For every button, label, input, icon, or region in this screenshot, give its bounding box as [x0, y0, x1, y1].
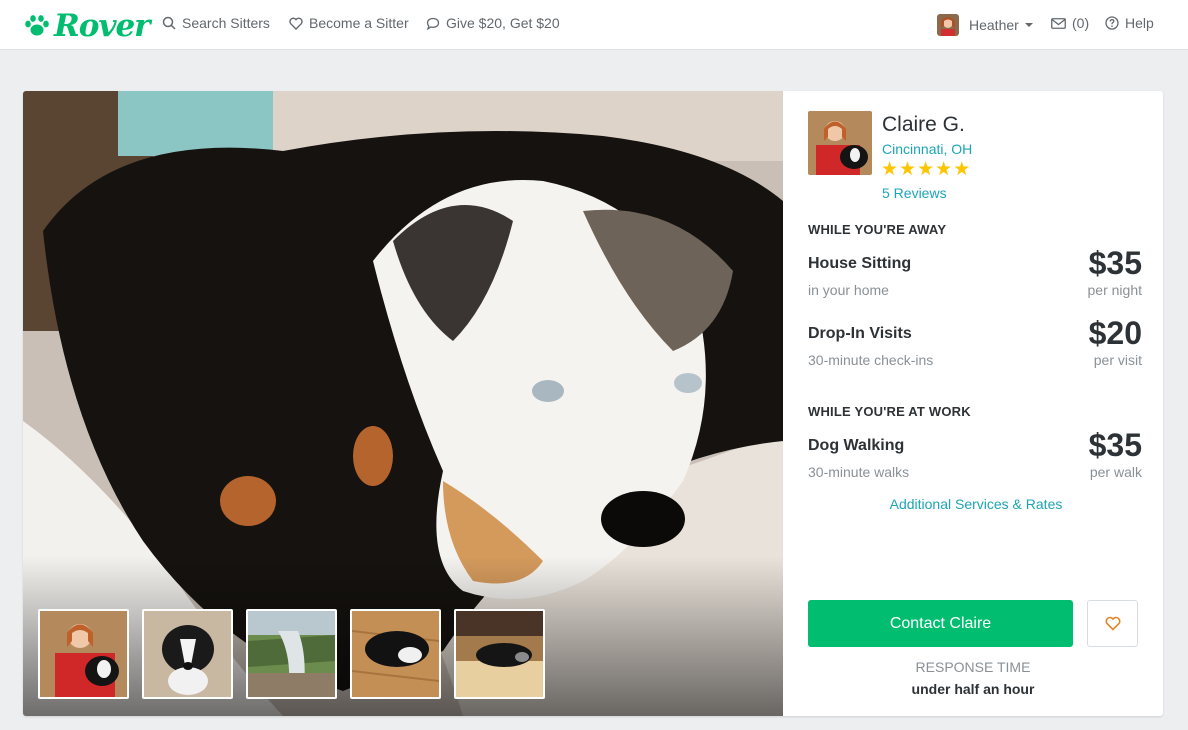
star-icon: ★ — [899, 159, 917, 180]
chevron-down-icon — [1024, 23, 1033, 27]
help-circle-icon — [1105, 16, 1119, 30]
reviews-link[interactable]: 5 Reviews — [882, 185, 947, 201]
user-menu[interactable]: Heather — [937, 14, 1033, 36]
brand-name: Rover — [54, 8, 151, 44]
service-desc-dog-walking: 30-minute walks — [808, 464, 910, 480]
become-sitter-link[interactable]: Become a Sitter — [289, 15, 409, 31]
referral-label: Give $20, Get $20 — [446, 15, 560, 31]
referral-link[interactable]: Give $20, Get $20 — [426, 15, 560, 31]
service-unit-dog-walking: per walk — [1089, 464, 1142, 480]
messages-link[interactable]: (0) — [1051, 15, 1089, 31]
contact-sitter-button[interactable]: Contact Claire — [808, 600, 1073, 647]
thumbnail-4[interactable] — [350, 609, 441, 699]
service-price-drop-in: $20 — [1088, 315, 1142, 351]
chat-bubble-icon — [426, 17, 440, 30]
heart-outline-icon — [289, 17, 303, 30]
rover-logo[interactable]: Rover — [24, 8, 151, 44]
paw-icon — [25, 15, 49, 36]
user-name: Heather — [969, 17, 1019, 33]
become-sitter-label: Become a Sitter — [309, 15, 409, 31]
star-icon: ★ — [953, 159, 971, 180]
photo-thumbnails — [38, 609, 558, 699]
messages-count: (0) — [1072, 15, 1090, 31]
response-time-label: RESPONSE TIME — [915, 659, 1031, 675]
thumbnail-1[interactable] — [38, 609, 129, 699]
rating-stars: ★ ★ ★ ★ ★ — [881, 159, 971, 181]
envelope-icon — [1051, 17, 1066, 29]
search-icon — [162, 16, 176, 30]
top-nav: Rover Search Sitters Become a Sitter Giv… — [0, 0, 1188, 50]
additional-services-link[interactable]: Additional Services & Rates — [783, 496, 1163, 512]
service-price-dog-walking: $35 — [1088, 427, 1142, 463]
thumbnail-3[interactable] — [246, 609, 337, 699]
service-price-house-sitting: $35 — [1088, 245, 1142, 281]
help-label: Help — [1125, 15, 1154, 31]
service-desc-house-sitting: in your home — [808, 282, 889, 298]
sitter-name: Claire G. — [882, 113, 965, 136]
star-icon: ★ — [881, 159, 899, 180]
sitter-card: Claire G. Cincinnati, OH ★ ★ ★ ★ ★ 5 Rev… — [23, 91, 1163, 716]
service-desc-drop-in: 30-minute check-ins — [808, 352, 934, 368]
section-heading-away: WHILE YOU'RE AWAY — [808, 222, 947, 237]
response-time-value: under half an hour — [911, 681, 1035, 697]
service-unit-house-sitting: per night — [1087, 282, 1142, 298]
user-avatar — [937, 14, 959, 36]
service-unit-drop-in: per visit — [1093, 352, 1142, 368]
search-sitters-label: Search Sitters — [182, 15, 270, 31]
heart-icon — [1104, 616, 1121, 631]
section-heading-work: WHILE YOU'RE AT WORK — [808, 404, 971, 419]
sitter-info-panel: Claire G. Cincinnati, OH ★ ★ ★ ★ ★ 5 Rev… — [783, 91, 1163, 716]
favorite-button[interactable] — [1087, 600, 1138, 647]
service-name-house-sitting: House Sitting — [808, 255, 912, 272]
service-name-drop-in: Drop-In Visits — [808, 325, 912, 342]
hero-photo[interactable] — [23, 91, 783, 716]
sitter-avatar[interactable] — [808, 111, 872, 175]
thumbnail-2[interactable] — [142, 609, 233, 699]
star-icon: ★ — [917, 159, 935, 180]
service-name-dog-walking: Dog Walking — [808, 437, 905, 454]
star-icon: ★ — [935, 159, 953, 180]
search-sitters-link[interactable]: Search Sitters — [162, 15, 270, 31]
help-link[interactable]: Help — [1105, 15, 1154, 31]
thumbnail-5[interactable] — [454, 609, 545, 699]
sitter-location-link[interactable]: Cincinnati, OH — [882, 141, 972, 157]
